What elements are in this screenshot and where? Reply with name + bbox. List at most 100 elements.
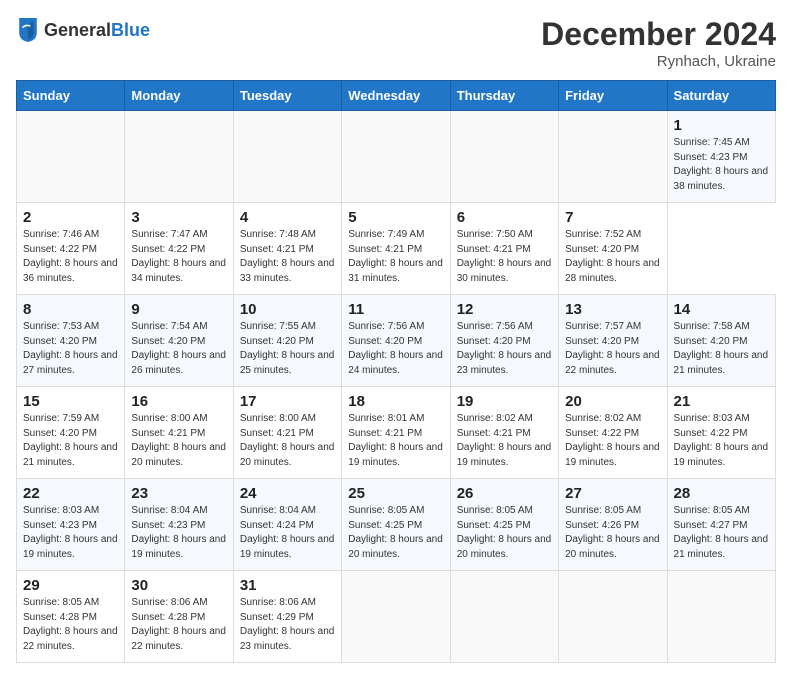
day-info: Sunrise: 7:54 AMSunset: 4:20 PMDaylight:… bbox=[131, 321, 226, 376]
calendar-day-cell: 16Sunrise: 8:00 AMSunset: 4:21 PMDayligh… bbox=[125, 387, 233, 479]
day-number: 5 bbox=[348, 209, 443, 226]
day-number: 31 bbox=[240, 577, 335, 594]
day-info: Sunrise: 7:49 AMSunset: 4:21 PMDaylight:… bbox=[348, 229, 443, 284]
day-number: 16 bbox=[131, 393, 226, 410]
day-number: 15 bbox=[23, 393, 118, 410]
calendar-week-row: 22Sunrise: 8:03 AMSunset: 4:23 PMDayligh… bbox=[17, 479, 776, 571]
calendar-day-cell: 2 Sunrise: 7:46 AMSunset: 4:22 PMDaylight… bbox=[17, 203, 125, 295]
calendar-day-cell bbox=[667, 571, 775, 663]
calendar-day-cell: 19Sunrise: 8:02 AMSunset: 4:21 PMDayligh… bbox=[450, 387, 558, 479]
day-number: 14 bbox=[674, 301, 769, 318]
empty-cell bbox=[233, 111, 341, 203]
calendar-day-cell: 13 Sunrise: 7:57 AMSunset: 4:20 PMDayligh… bbox=[559, 295, 667, 387]
day-number: 28 bbox=[674, 485, 769, 502]
header-tuesday: Tuesday bbox=[233, 81, 341, 111]
logo-text: GeneralBlue bbox=[44, 21, 150, 39]
day-number: 24 bbox=[240, 485, 335, 502]
calendar-day-cell bbox=[342, 571, 450, 663]
day-info: Sunrise: 7:48 AMSunset: 4:21 PMDaylight:… bbox=[240, 229, 335, 284]
empty-cell bbox=[17, 111, 125, 203]
day-number: 6 bbox=[457, 209, 552, 226]
day-number: 12 bbox=[457, 301, 552, 318]
title-area: December 2024 Rynhach, Ukraine bbox=[541, 16, 776, 70]
day-number: 3 bbox=[131, 209, 226, 226]
day-info: Sunrise: 7:45 AMSunset: 4:23 PMDaylight:… bbox=[674, 137, 769, 192]
empty-cell bbox=[342, 111, 450, 203]
calendar-day-cell: 17 Sunrise: 8:00 AMSunset: 4:21 PMDayligh… bbox=[233, 387, 341, 479]
day-number: 25 bbox=[348, 485, 443, 502]
calendar-table: SundayMondayTuesdayWednesdayThursdayFrid… bbox=[16, 80, 776, 663]
day-number: 8 bbox=[23, 301, 118, 318]
header-saturday: Saturday bbox=[667, 81, 775, 111]
calendar-day-cell: 20Sunrise: 8:02 AMSunset: 4:22 PMDayligh… bbox=[559, 387, 667, 479]
day-number: 1 bbox=[674, 117, 769, 134]
calendar-day-cell: 1 Sunrise: 7:45 AMSunset: 4:23 PMDaylight… bbox=[667, 111, 775, 203]
day-number: 29 bbox=[23, 577, 118, 594]
calendar-day-cell: 5 Sunrise: 7:49 AMSunset: 4:21 PMDaylight… bbox=[342, 203, 450, 295]
calendar-day-cell: 4 Sunrise: 7:48 AMSunset: 4:21 PMDaylight… bbox=[233, 203, 341, 295]
day-info: Sunrise: 8:05 AMSunset: 4:26 PMDaylight:… bbox=[565, 505, 660, 560]
day-info: Sunrise: 7:53 AMSunset: 4:20 PMDaylight:… bbox=[23, 321, 118, 376]
day-info: Sunrise: 7:50 AMSunset: 4:21 PMDaylight:… bbox=[457, 229, 552, 284]
day-info: Sunrise: 8:03 AMSunset: 4:22 PMDaylight:… bbox=[674, 413, 769, 468]
day-number: 13 bbox=[565, 301, 660, 318]
header-sunday: Sunday bbox=[17, 81, 125, 111]
calendar-day-cell: 22Sunrise: 8:03 AMSunset: 4:23 PMDayligh… bbox=[17, 479, 125, 571]
day-info: Sunrise: 8:00 AMSunset: 4:21 PMDaylight:… bbox=[240, 413, 335, 468]
calendar-header-row: SundayMondayTuesdayWednesdayThursdayFrid… bbox=[17, 81, 776, 111]
day-info: Sunrise: 8:03 AMSunset: 4:23 PMDaylight:… bbox=[23, 505, 118, 560]
calendar-day-cell: 26Sunrise: 8:05 AMSunset: 4:25 PMDayligh… bbox=[450, 479, 558, 571]
day-info: Sunrise: 8:04 AMSunset: 4:23 PMDaylight:… bbox=[131, 505, 226, 560]
day-number: 9 bbox=[131, 301, 226, 318]
empty-cell bbox=[450, 111, 558, 203]
day-number: 19 bbox=[457, 393, 552, 410]
day-info: Sunrise: 8:06 AMSunset: 4:29 PMDaylight:… bbox=[240, 597, 335, 652]
day-number: 21 bbox=[674, 393, 769, 410]
logo-icon bbox=[16, 16, 40, 44]
calendar-day-cell: 6 Sunrise: 7:50 AMSunset: 4:21 PMDaylight… bbox=[450, 203, 558, 295]
day-info: Sunrise: 8:06 AMSunset: 4:28 PMDaylight:… bbox=[131, 597, 226, 652]
calendar-day-cell: 25Sunrise: 8:05 AMSunset: 4:25 PMDayligh… bbox=[342, 479, 450, 571]
day-number: 18 bbox=[348, 393, 443, 410]
day-info: Sunrise: 7:46 AMSunset: 4:22 PMDaylight:… bbox=[23, 229, 118, 284]
logo: GeneralBlue bbox=[16, 16, 150, 44]
month-title: December 2024 bbox=[541, 16, 776, 53]
day-info: Sunrise: 7:56 AMSunset: 4:20 PMDaylight:… bbox=[348, 321, 443, 376]
day-info: Sunrise: 7:57 AMSunset: 4:20 PMDaylight:… bbox=[565, 321, 660, 376]
header-thursday: Thursday bbox=[450, 81, 558, 111]
header-wednesday: Wednesday bbox=[342, 81, 450, 111]
day-info: Sunrise: 7:47 AMSunset: 4:22 PMDaylight:… bbox=[131, 229, 226, 284]
day-number: 20 bbox=[565, 393, 660, 410]
day-info: Sunrise: 8:04 AMSunset: 4:24 PMDaylight:… bbox=[240, 505, 335, 560]
calendar-week-row: 29 Sunrise: 8:05 AMSunset: 4:28 PMDayligh… bbox=[17, 571, 776, 663]
calendar-week-row: 2 Sunrise: 7:46 AMSunset: 4:22 PMDaylight… bbox=[17, 203, 776, 295]
logo-blue: Blue bbox=[111, 21, 150, 39]
day-number: 4 bbox=[240, 209, 335, 226]
calendar-day-cell: 7Sunrise: 7:52 AMSunset: 4:20 PMDaylight… bbox=[559, 203, 667, 295]
calendar-day-cell: 30 Sunrise: 8:06 AMSunset: 4:28 PMDayligh… bbox=[125, 571, 233, 663]
calendar-day-cell: 29 Sunrise: 8:05 AMSunset: 4:28 PMDayligh… bbox=[17, 571, 125, 663]
day-info: Sunrise: 7:59 AMSunset: 4:20 PMDaylight:… bbox=[23, 413, 118, 468]
location-title: Rynhach, Ukraine bbox=[541, 53, 776, 70]
day-info: Sunrise: 8:05 AMSunset: 4:28 PMDaylight:… bbox=[23, 597, 118, 652]
logo-general: General bbox=[44, 21, 111, 39]
day-info: Sunrise: 7:55 AMSunset: 4:20 PMDaylight:… bbox=[240, 321, 335, 376]
calendar-week-row: 15 Sunrise: 7:59 AMSunset: 4:20 PMDayligh… bbox=[17, 387, 776, 479]
day-info: Sunrise: 8:05 AMSunset: 4:27 PMDaylight:… bbox=[674, 505, 769, 560]
calendar-day-cell: 14Sunrise: 7:58 AMSunset: 4:20 PMDayligh… bbox=[667, 295, 775, 387]
calendar-day-cell: 12Sunrise: 7:56 AMSunset: 4:20 PMDayligh… bbox=[450, 295, 558, 387]
day-number: 17 bbox=[240, 393, 335, 410]
day-number: 2 bbox=[23, 209, 118, 226]
day-number: 30 bbox=[131, 577, 226, 594]
day-number: 10 bbox=[240, 301, 335, 318]
page-header: GeneralBlue December 2024 Rynhach, Ukrai… bbox=[16, 16, 776, 70]
calendar-day-cell: 11 Sunrise: 7:56 AMSunset: 4:20 PMDayligh… bbox=[342, 295, 450, 387]
calendar-day-cell: 27Sunrise: 8:05 AMSunset: 4:26 PMDayligh… bbox=[559, 479, 667, 571]
calendar-day-cell: 3 Sunrise: 7:47 AMSunset: 4:22 PMDaylight… bbox=[125, 203, 233, 295]
day-number: 11 bbox=[348, 301, 443, 318]
calendar-day-cell: 23Sunrise: 8:04 AMSunset: 4:23 PMDayligh… bbox=[125, 479, 233, 571]
calendar-day-cell: 24 Sunrise: 8:04 AMSunset: 4:24 PMDayligh… bbox=[233, 479, 341, 571]
header-friday: Friday bbox=[559, 81, 667, 111]
day-info: Sunrise: 7:52 AMSunset: 4:20 PMDaylight:… bbox=[565, 229, 660, 284]
calendar-day-cell: 15 Sunrise: 7:59 AMSunset: 4:20 PMDayligh… bbox=[17, 387, 125, 479]
